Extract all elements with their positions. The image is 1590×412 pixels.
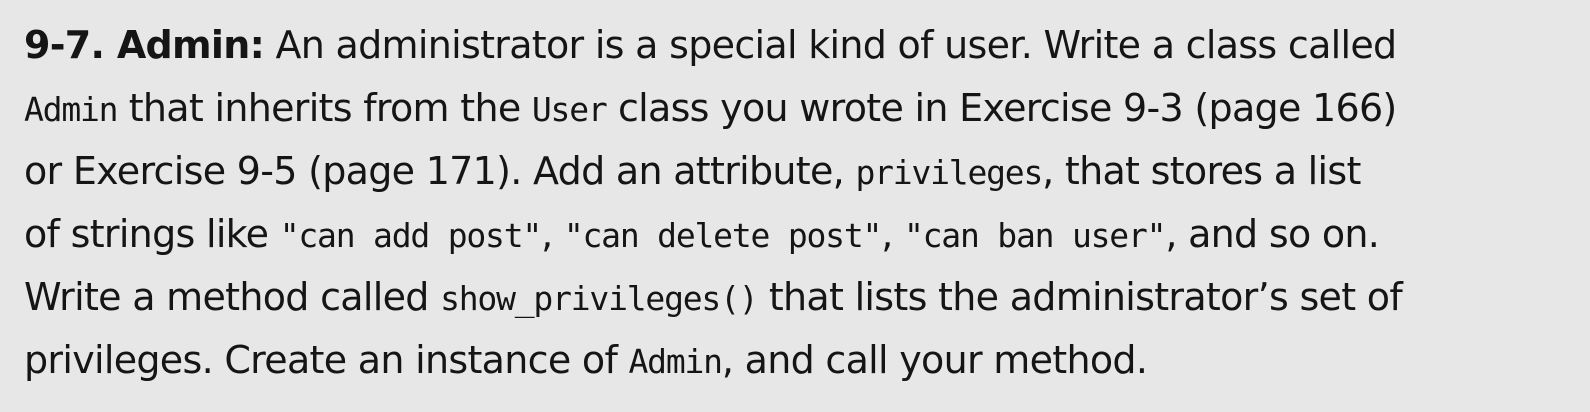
code-admin: Admin (628, 342, 724, 381)
code-admin: Admin (24, 90, 119, 129)
code-user: User (531, 90, 608, 129)
exercise-line-5: Write a method called show_privileges() … (24, 266, 1584, 329)
code-can-delete-post: "can delete post" (563, 216, 883, 255)
exercise-text: class you wrote in Exercise 9-3 (page 16… (606, 86, 1397, 130)
code-show-privileges: show_privileges() (440, 279, 759, 318)
exercise-text: or Exercise 9-5 (page 171). Add an attri… (24, 149, 856, 193)
exercise-line-4: of strings like "can add post", "can del… (24, 203, 1584, 266)
exercise-text: Write a method called (24, 275, 441, 319)
exercise-text: that lists the administrator’s set of (757, 275, 1403, 319)
exercise-line-2: Admin that inherits from the User class … (24, 77, 1584, 140)
exercise-text: of strings like (24, 212, 280, 256)
exercise-text: An administrator is a special kind of us… (264, 23, 1397, 67)
exercise-text: , and call your method. (721, 338, 1148, 382)
exercise-line-1: 9-7. Admin: An administrator is a specia… (24, 14, 1584, 77)
exercise-text: that inherits from the (117, 86, 532, 130)
exercise-9-7: 9-7. Admin: An administrator is a specia… (24, 14, 1584, 392)
exercise-line-6: privileges. Create an instance of Admin,… (24, 329, 1584, 392)
exercise-line-3: or Exercise 9-5 (page 171). Add an attri… (24, 140, 1584, 203)
code-can-ban-user: "can ban user" (903, 216, 1167, 255)
exercise-text: , (541, 212, 564, 256)
exercise-text: , and so on. (1165, 212, 1380, 256)
exercise-text: , (881, 212, 904, 256)
exercise-heading: 9-7. Admin: (24, 23, 265, 67)
exercise-text: privileges. Create an instance of (24, 338, 629, 382)
code-can-add-post: "can add post" (279, 216, 543, 255)
exercise-text: , that stores a list (1042, 149, 1361, 193)
code-privileges: privileges (855, 153, 1043, 192)
